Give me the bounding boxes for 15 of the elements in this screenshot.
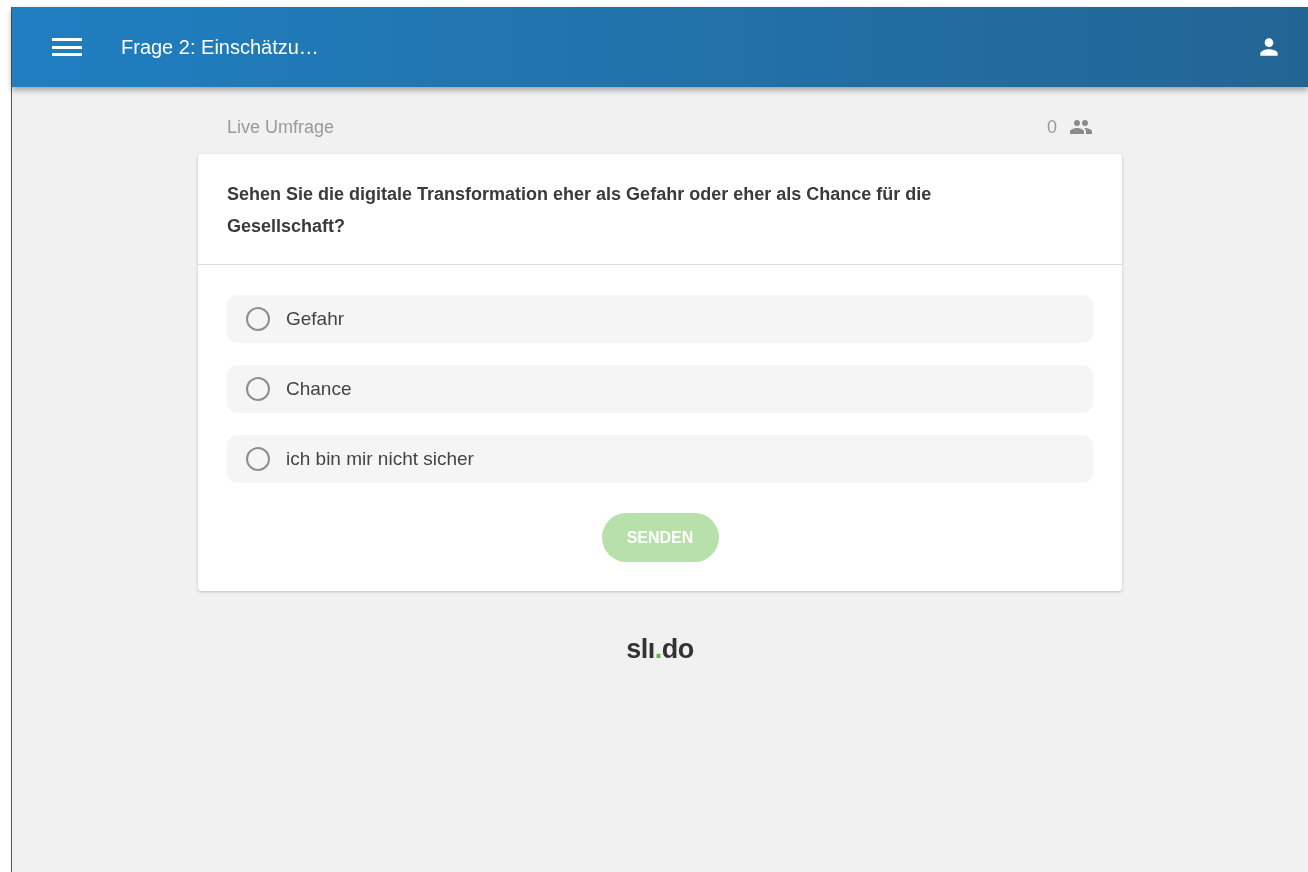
answer-option[interactable]: Gefahr [227,295,1093,343]
slido-logo: slı.do [626,633,694,666]
option-label: Gefahr [286,306,345,331]
radio-button[interactable] [246,307,270,331]
radio-button[interactable] [246,377,270,401]
participant-count: 0 [1047,115,1057,139]
option-label: Chance [286,376,352,401]
radio-button[interactable] [246,447,270,471]
poll-label: Live Umfrage [227,115,335,139]
answer-option[interactable]: ich bin mir nicht sicher [227,435,1093,483]
question-text: Sehen Sie die digitale Transformation eher als Gefahr oder eher als Chance für die Gesellschaft? [227,183,933,238]
menu-icon[interactable] [52,36,82,58]
page-title: Frage 2: Einschätzu… [121,35,319,60]
option-label: ich bin mir nicht sicher [286,446,474,471]
answer-option[interactable]: Chance [227,365,1093,413]
